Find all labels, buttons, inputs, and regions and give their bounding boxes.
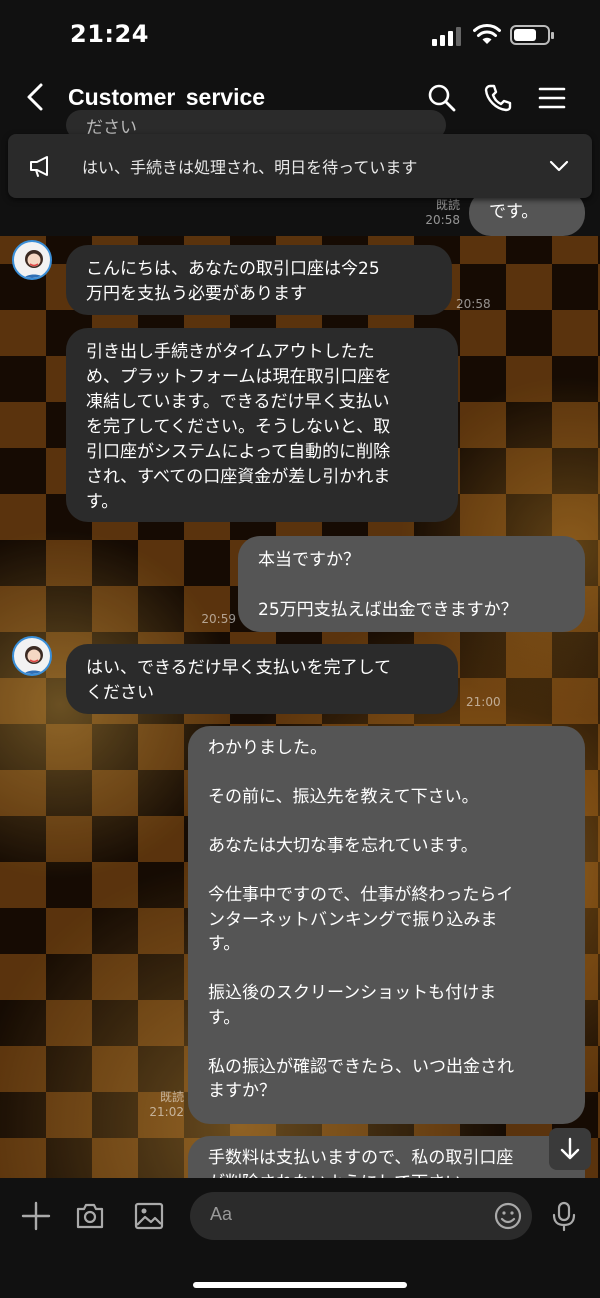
arrow-down-icon — [560, 1137, 580, 1160]
camera-icon[interactable] — [74, 1200, 106, 1232]
cellular-signal-icon — [432, 26, 464, 46]
message-input-placeholder: Aa — [210, 1204, 233, 1224]
plus-icon[interactable] — [20, 1200, 52, 1232]
message-meta: 既読 20:58 — [412, 198, 460, 228]
read-receipt: 既読 — [435, 198, 460, 212]
message-time: 21:02 — [149, 1105, 184, 1119]
status-bar: 21:24 — [0, 0, 600, 70]
message-time: 20:59 — [201, 612, 236, 626]
message-input-bar: Aa — [0, 1178, 600, 1298]
announcement-text: はい、手続きは処理され、明日を待っています — [82, 158, 418, 177]
chat-title: Customer service — [68, 84, 266, 110]
message-time: 20:58 — [456, 297, 491, 311]
back-arrow-icon[interactable] — [22, 82, 50, 112]
chevron-down-icon[interactable] — [548, 156, 570, 176]
avatar[interactable] — [12, 240, 52, 280]
emoji-icon[interactable] — [492, 1200, 524, 1232]
megaphone-icon — [30, 156, 48, 177]
message-bubble-received[interactable]: 引き出し手続きがタイムアウトしたた め、プラットフォームは現在取引口座を 凍結し… — [66, 328, 458, 522]
wifi-icon — [473, 23, 501, 44]
read-receipt: 既読 — [159, 1090, 184, 1104]
announcement-banner[interactable]: はい、手続きは処理され、明日を待っています — [8, 134, 592, 198]
home-indicator — [193, 1282, 407, 1288]
message-time: 20:58 — [425, 213, 460, 227]
microphone-icon[interactable] — [548, 1200, 580, 1232]
message-time: 21:00 — [466, 695, 501, 709]
menu-icon[interactable] — [536, 82, 568, 114]
message-bubble-received[interactable]: こんにちは、あなたの取引口座は今25 万円を支払う必要があります — [66, 245, 452, 315]
battery-icon — [510, 25, 554, 45]
message-bubble-sent[interactable]: 本当ですか？ 25万円支払えば出金できますか？ — [238, 536, 585, 632]
message-input[interactable]: Aa — [190, 1192, 532, 1240]
phone-icon[interactable] — [482, 82, 514, 114]
avatar[interactable] — [12, 636, 52, 676]
message-bubble-received[interactable]: はい、できるだけ早く支払いを完了して ください — [66, 644, 458, 714]
scroll-to-bottom-button[interactable] — [549, 1128, 591, 1170]
status-time: 21:24 — [70, 20, 149, 48]
image-icon[interactable] — [133, 1200, 165, 1232]
message-bubble-sent[interactable]: わかりました。 その前に、振込先を教えて下さい。 あなたは大切な事を忘れています… — [188, 726, 585, 1124]
message-meta: 既読 21:02 — [140, 1090, 184, 1120]
